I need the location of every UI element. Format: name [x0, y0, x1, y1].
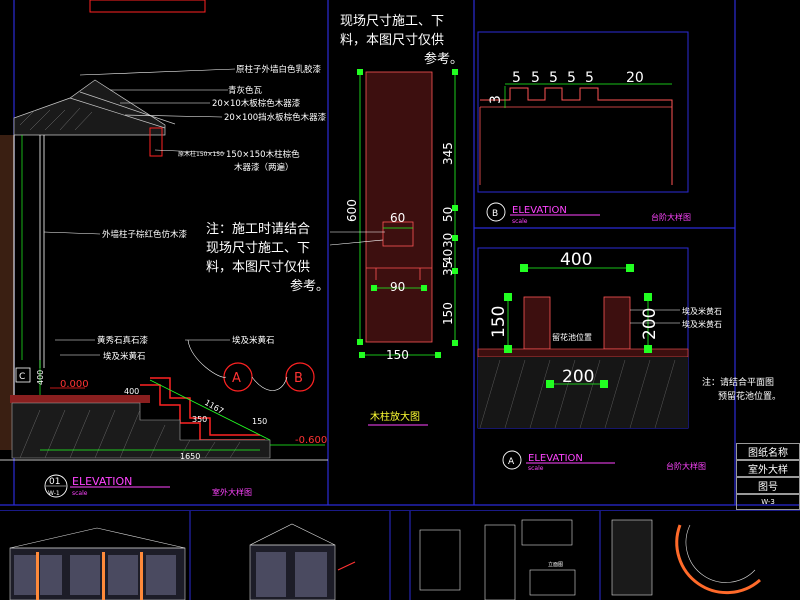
label-small-note: 原木柱150×150 — [178, 150, 224, 158]
bottom-strip-label: 立面图 — [548, 561, 563, 568]
title-sub-left: W-1 — [48, 490, 60, 497]
scale-b: scale — [512, 218, 528, 225]
elevation-zero: 0.000 — [60, 379, 89, 390]
caption-mid: 木柱放大图 — [370, 410, 420, 423]
dim-rt-left: 3 — [488, 95, 504, 104]
drawing-name-value: 室外大样 — [736, 460, 800, 477]
dim-planter-right: 200 — [640, 308, 660, 340]
tag-a-left: A — [232, 371, 241, 386]
mid-note-top-2: 料，本图尺寸仅供 — [340, 33, 444, 48]
elevation-title-left: ELEVATION — [72, 475, 132, 488]
dim-150v: 150 — [441, 302, 455, 325]
label-board2: 20×100挡水板棕色木器漆 — [224, 112, 327, 123]
planter-note-1: 注：请结合平面图 — [702, 376, 774, 388]
dim-rt-6: 20 — [626, 70, 644, 86]
elevation-title-a: ELEVATION — [528, 453, 583, 464]
left-section-drawing — [0, 68, 328, 498]
dim-rt-2: 5 — [531, 70, 540, 86]
caption-b: 台阶大样图 — [651, 212, 691, 222]
tag-a-right: A — [508, 457, 515, 467]
drawing-no-label: 图号 — [736, 477, 800, 494]
elevation-neg: -0.600 — [295, 435, 327, 446]
dim-rt-1: 5 — [512, 70, 521, 86]
dim-planter-left: 150 — [489, 306, 509, 338]
dim-1167: 1167 — [203, 398, 225, 416]
dim-90: 90 — [390, 280, 405, 294]
dim-rt-4: 5 — [567, 70, 576, 86]
dim-350: 350 — [192, 415, 207, 424]
label-column: 150×150木柱棕色 — [226, 149, 300, 160]
tag-b-right: B — [492, 209, 498, 219]
dim-30: 30 — [441, 233, 455, 248]
mid-note-left-2: 现场尺寸施工、下 — [206, 241, 310, 256]
label-stone: 黄秀石真石漆 — [97, 335, 149, 346]
tag-b-left: B — [294, 371, 303, 386]
label-tile: 青灰色瓦 — [228, 85, 263, 96]
step-detail-b-drawing — [477, 31, 689, 222]
top-red-box — [89, 0, 206, 13]
caption-a: 台阶大样图 — [666, 461, 706, 471]
scale-left: scale — [72, 490, 88, 497]
title-num-left: 01 — [49, 477, 60, 487]
dim-400a: 400 — [36, 370, 45, 385]
dim-50: 50 — [441, 207, 455, 222]
column-detail-drawing — [329, 69, 458, 426]
dim-planter-bottom: 200 — [562, 367, 594, 387]
dim-35: 35 — [441, 261, 455, 276]
mid-note-left-3: 料，本图尺寸仅供 — [206, 260, 310, 275]
label-wall: 外墙柱子棕红色仿木漆 — [102, 229, 188, 240]
dim-rt-3: 5 — [549, 70, 558, 86]
label-board1: 20×10木板棕色木器漆 — [212, 98, 301, 109]
label-base: 埃及米黄石 — [103, 351, 146, 362]
drawing-no-value: W-3 — [736, 494, 800, 510]
caption-left: 室外大样图 — [212, 487, 252, 497]
dim-600: 600 — [345, 199, 359, 222]
planter-note-2: 预留花池位置。 — [718, 390, 781, 402]
dim-150: 150 — [252, 417, 267, 426]
mid-note-left-1: 注：施工时请结合 — [206, 222, 310, 237]
dim-150h: 150 — [386, 348, 409, 362]
planter-stone2: 埃及米黄石 — [682, 319, 722, 329]
planter-stone1: 埃及米黄石 — [682, 306, 722, 316]
mid-note-top-1: 现场尺寸施工、下 — [340, 14, 444, 29]
mid-note-left-4: 参考。 — [290, 278, 329, 294]
elevation-title-b: ELEVATION — [512, 205, 567, 216]
step-detail-a-drawing — [477, 247, 689, 470]
planter-center-label: 留花池位置 — [552, 332, 592, 342]
cad-drawing-canvas: 原柱子外墙白色乳胶漆 青灰色瓦 20×10木板棕色木器漆 20×100挡水板棕色… — [0, 0, 800, 600]
tag-c-left: C — [19, 372, 25, 382]
drawing-name-label: 图纸名称 — [736, 443, 800, 460]
label-step-stone: 埃及米黄石 — [232, 335, 275, 346]
bottom-thumbnail-strip — [0, 511, 800, 600]
dim-planter-top: 400 — [560, 250, 592, 270]
label-column2: 木器漆（两遍） — [234, 162, 294, 173]
scale-a: scale — [528, 465, 544, 472]
dim-60: 60 — [390, 211, 405, 225]
dim-1650: 1650 — [180, 452, 200, 461]
mid-note-top-3: 参考。 — [424, 51, 463, 67]
dim-400b: 400 — [124, 387, 139, 396]
dim-rt-5: 5 — [585, 70, 594, 86]
dim-345: 345 — [441, 142, 455, 165]
label-roof-paint: 原柱子外墙白色乳胶漆 — [236, 64, 322, 75]
